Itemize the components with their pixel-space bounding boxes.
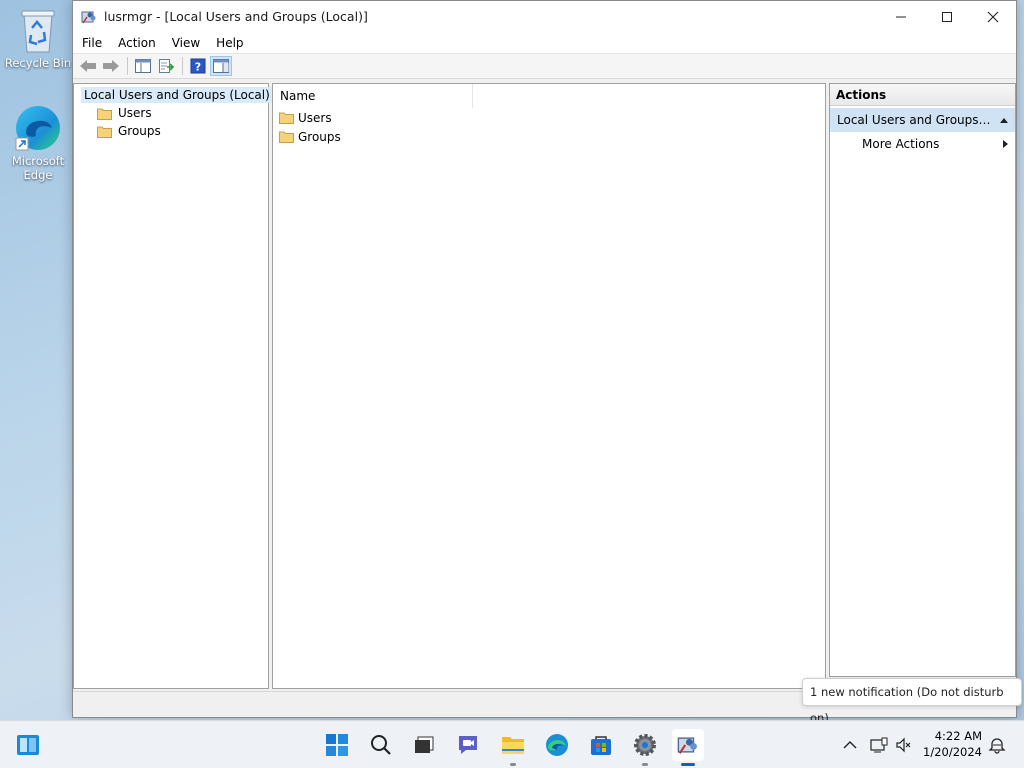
console-tree-pane[interactable]: Local Users and Groups (Local) Users Gro… xyxy=(73,83,273,689)
list-item[interactable]: Groups xyxy=(273,127,825,146)
list-header: Name xyxy=(273,84,825,108)
submenu-arrow-icon xyxy=(1001,132,1009,164)
desktop-icon-edge[interactable]: Microsoft Edge xyxy=(4,104,72,182)
store-icon xyxy=(591,736,611,755)
list-item-label: Groups xyxy=(298,129,341,144)
menu-help[interactable]: Help xyxy=(208,32,251,54)
window-title: lusrmgr - [Local Users and Groups (Local… xyxy=(104,9,368,24)
notification-toast[interactable]: 1 new notification (Do not disturb on) xyxy=(802,678,1022,725)
search-icon xyxy=(371,735,391,755)
back-button[interactable] xyxy=(77,56,99,76)
start-button[interactable] xyxy=(321,729,353,761)
menu-view[interactable]: View xyxy=(164,32,208,54)
close-icon xyxy=(987,11,999,22)
task-view-icon xyxy=(415,736,434,753)
maximize-icon xyxy=(942,11,952,22)
maximize-button[interactable] xyxy=(924,1,970,32)
show-hidden-icons-button[interactable] xyxy=(843,721,857,768)
lusrmgr-window: lusrmgr - [Local Users and Groups (Local… xyxy=(72,0,1017,718)
actions-section-header[interactable]: Local Users and Groups (Lo... xyxy=(830,108,1015,132)
toolbar-separator xyxy=(182,57,183,75)
tree-node-label: Local Users and Groups (Local) xyxy=(81,87,273,103)
running-indicator xyxy=(642,763,648,766)
show-hide-console-tree-button[interactable] xyxy=(132,56,154,76)
tree-node-groups[interactable]: Groups xyxy=(74,122,268,140)
help-icon: ? xyxy=(190,58,206,74)
settings-icon xyxy=(634,734,656,756)
search-button[interactable] xyxy=(365,729,397,761)
help-button[interactable]: ? xyxy=(187,56,209,76)
desktop-icon-label: Microsoft Edge xyxy=(11,154,65,182)
forward-arrow-icon xyxy=(103,60,119,72)
back-arrow-icon xyxy=(80,60,96,72)
lusrmgr-icon xyxy=(677,737,697,754)
tree-node-label: Users xyxy=(118,106,152,120)
show-hide-action-pane-button[interactable] xyxy=(210,56,232,76)
lusrmgr-taskbar-button[interactable] xyxy=(672,729,704,766)
minimize-button[interactable] xyxy=(878,1,924,32)
folder-icon xyxy=(97,126,112,138)
export-list-icon xyxy=(159,59,174,73)
chevron-up-icon xyxy=(843,741,857,749)
taskbar: 4:22 AM 1/20/2024 xyxy=(0,720,1024,768)
running-indicator xyxy=(510,763,516,766)
tree-node-users[interactable]: Users xyxy=(74,104,268,122)
recycle-bin-icon xyxy=(21,10,55,53)
more-actions-label: More Actions xyxy=(862,137,940,151)
show-hide-action-pane-icon xyxy=(213,59,229,73)
collapse-up-icon xyxy=(999,108,1009,132)
column-header-name[interactable]: Name xyxy=(273,84,473,108)
file-explorer-icon xyxy=(502,737,524,754)
volume-button[interactable] xyxy=(896,721,912,768)
actions-header: Actions xyxy=(830,84,1015,106)
chat-icon xyxy=(459,736,477,754)
actions-section-label: Local Users and Groups (Lo... xyxy=(837,113,1013,127)
edge-icon xyxy=(15,106,60,151)
toolbar-separator xyxy=(127,57,128,75)
file-explorer-button[interactable] xyxy=(497,729,529,766)
running-indicator xyxy=(681,763,695,766)
tree-node-label: Groups xyxy=(118,124,161,138)
menu-file[interactable]: File xyxy=(73,32,110,54)
clock-time: 4:22 AM xyxy=(934,729,982,743)
store-button[interactable] xyxy=(585,729,617,761)
clock[interactable]: 4:22 AM 1/20/2024 xyxy=(923,728,982,760)
tree-node-root[interactable]: Local Users and Groups (Local) xyxy=(74,86,273,104)
close-button[interactable] xyxy=(970,1,1016,32)
results-pane[interactable]: Name Users Groups xyxy=(272,83,826,689)
title-bar[interactable]: lusrmgr - [Local Users and Groups (Local… xyxy=(73,1,1016,32)
menu-bar: File Action View Help xyxy=(73,32,1016,54)
widgets-icon xyxy=(17,735,39,755)
minimize-icon xyxy=(896,16,906,17)
forward-button[interactable] xyxy=(100,56,122,76)
export-list-button[interactable] xyxy=(155,56,177,76)
folder-icon xyxy=(279,112,294,124)
edge-icon xyxy=(546,734,568,756)
widgets-button[interactable] xyxy=(12,729,44,761)
lusrmgr-icon xyxy=(81,11,96,23)
actions-pane: Actions Local Users and Groups (Lo... Mo… xyxy=(829,83,1016,677)
toolbar: ? xyxy=(73,54,1016,79)
notification-bell-icon xyxy=(988,738,1006,754)
edge-taskbar-button[interactable] xyxy=(541,729,573,761)
svg-text:?: ? xyxy=(195,61,201,74)
show-hide-console-tree-icon xyxy=(135,59,151,73)
folder-icon xyxy=(97,108,112,120)
volume-muted-icon xyxy=(896,737,911,753)
desktop-icon-label: Recycle Bin xyxy=(4,56,72,70)
desktop-icon-recycle-bin[interactable]: Recycle Bin xyxy=(4,8,72,70)
notification-center-button[interactable] xyxy=(988,721,1006,768)
chat-button[interactable] xyxy=(452,729,484,761)
list-item-label: Users xyxy=(298,110,332,125)
more-actions-item[interactable]: More Actions xyxy=(830,132,1015,156)
task-view-button[interactable] xyxy=(408,729,440,761)
folder-icon xyxy=(279,131,294,143)
settings-button[interactable] xyxy=(629,729,661,766)
menu-action[interactable]: Action xyxy=(110,32,164,54)
clock-date: 1/20/2024 xyxy=(923,745,982,759)
network-button[interactable] xyxy=(870,721,888,768)
start-icon xyxy=(326,734,348,756)
list-item[interactable]: Users xyxy=(273,108,825,127)
network-icon xyxy=(870,737,888,753)
